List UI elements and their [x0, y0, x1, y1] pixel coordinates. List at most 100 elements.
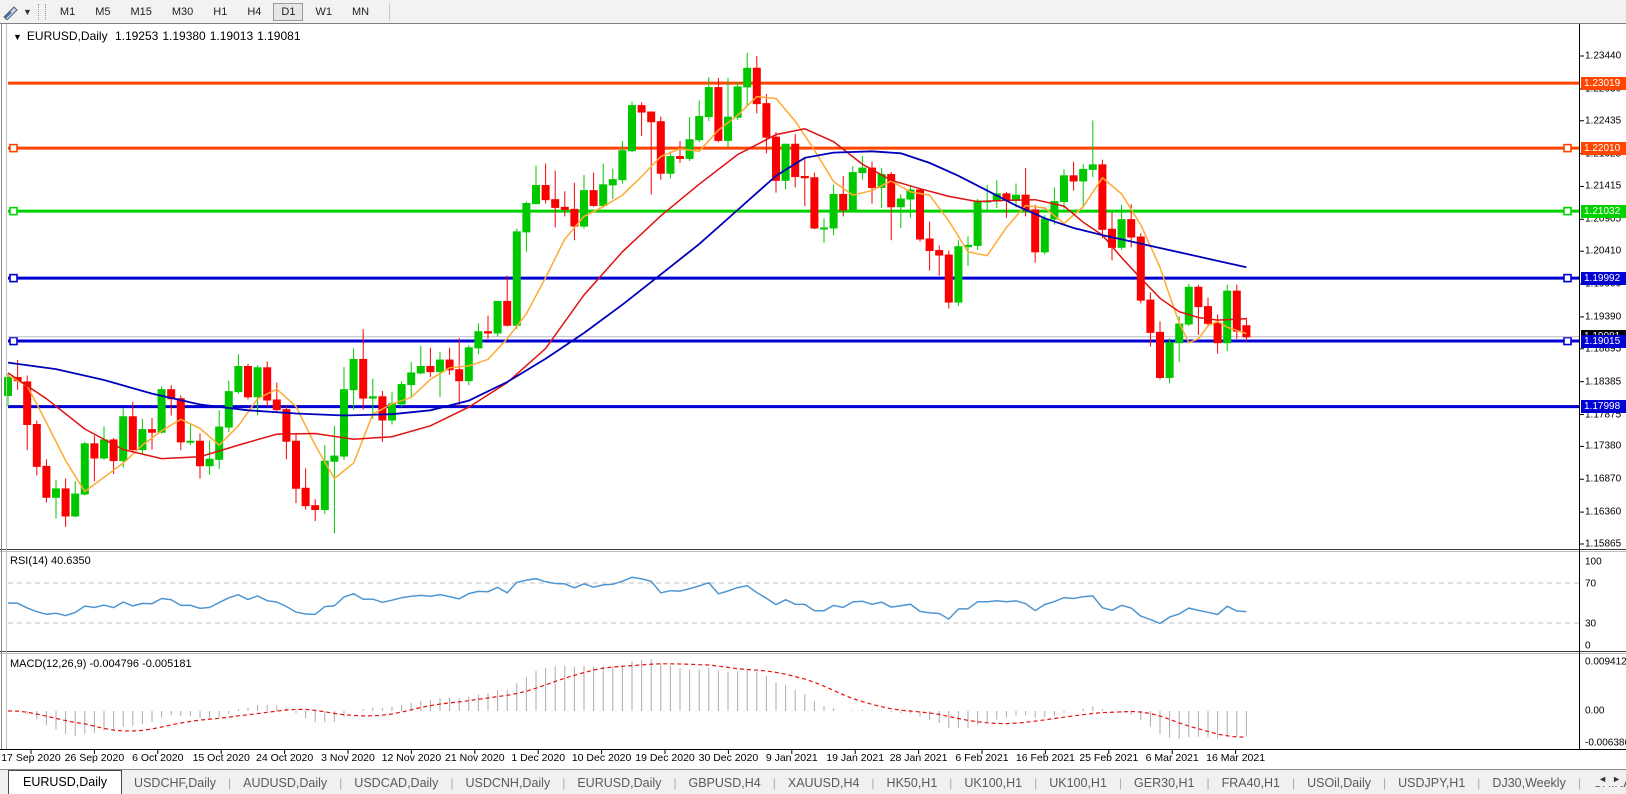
- chart-tab-xauusd-h4[interactable]: XAUUSD,H4: [776, 773, 872, 793]
- timeframe-button-w1[interactable]: W1: [307, 3, 340, 21]
- candle-body: [896, 198, 905, 208]
- timeframe-button-d1[interactable]: D1: [273, 2, 304, 21]
- candle: [800, 157, 809, 207]
- chart-tab-usdcnh-daily[interactable]: USDCNH,Daily: [453, 773, 562, 793]
- chart-tab-hk50-h1[interactable]: HK50,H1: [875, 773, 950, 793]
- toolbar-divider: [389, 2, 391, 21]
- candle: [1204, 297, 1212, 326]
- timeframe-button-m5[interactable]: M5: [87, 3, 118, 21]
- chart-tab-audusd-daily[interactable]: AUDUSD,Daily: [231, 773, 339, 793]
- tab-scroll-left-icon[interactable]: ◄: [1598, 774, 1607, 784]
- date-axis-label: 16 Feb 2021: [1015, 752, 1075, 764]
- timeframe-button-h4[interactable]: H4: [239, 3, 269, 21]
- chart-tab-eurusd-daily[interactable]: EURUSD,Daily: [565, 773, 673, 793]
- candle: [244, 363, 252, 400]
- candle-body: [1117, 219, 1126, 248]
- candle: [1098, 159, 1107, 239]
- timeframe-button-mn[interactable]: MN: [344, 3, 377, 21]
- candle-body: [551, 199, 560, 208]
- chart-tab-usoil-daily[interactable]: USOil,Daily: [1295, 773, 1383, 793]
- candle-body: [637, 105, 646, 113]
- date-axis-label: 3 Nov 2020: [321, 752, 375, 764]
- chart-tab-gbpusd-h4[interactable]: GBPUSD,H4: [677, 773, 773, 793]
- tool-dropdown-caret-icon[interactable]: ▼: [23, 7, 32, 17]
- candle-body: [676, 155, 684, 159]
- chart-tab-fra40-h1[interactable]: FRA40,H1: [1210, 773, 1292, 793]
- line-handle[interactable]: [1563, 273, 1572, 283]
- candle-body: [1069, 175, 1078, 182]
- chart-tab-usdchf-daily[interactable]: USDCHF,Daily: [122, 773, 228, 793]
- line-handle[interactable]: [1563, 143, 1572, 153]
- candle-body: [1156, 331, 1164, 378]
- chart-tab-ger30-h1[interactable]: GER30,H1: [1122, 773, 1206, 793]
- candle-body: [436, 359, 444, 373]
- candle-body: [359, 358, 368, 399]
- line-handle[interactable]: [9, 206, 18, 216]
- macd-axis-label: -0.006386: [1585, 737, 1626, 749]
- candle-body: [954, 246, 963, 303]
- candle: [349, 348, 358, 410]
- candle-body: [1204, 306, 1212, 324]
- candle: [1194, 284, 1203, 335]
- timeframe-button-m30[interactable]: M30: [164, 3, 201, 21]
- toolbar-grip[interactable]: [37, 3, 46, 20]
- timeframe-button-m15[interactable]: M15: [122, 3, 159, 21]
- line-handle[interactable]: [9, 273, 18, 283]
- candle-body: [4, 376, 12, 396]
- timeframe-button-m1[interactable]: M1: [52, 3, 83, 21]
- chart-tool-icon[interactable]: [2, 4, 22, 21]
- candle-body: [599, 184, 608, 206]
- candle: [493, 300, 502, 337]
- candle: [330, 425, 339, 534]
- date-axis-label: 6 Mar 2021: [1145, 752, 1199, 764]
- candle-body: [1098, 164, 1107, 230]
- candle: [1060, 169, 1068, 209]
- macd-axis-label: 0.009412: [1585, 656, 1626, 668]
- date-axis-label: 30 Dec 2020: [698, 752, 759, 764]
- chart-tab-eurusd-daily[interactable]: EURUSD,Daily: [8, 770, 123, 794]
- rsi-axis-label: 100: [1585, 556, 1602, 568]
- timeframe-button-h1[interactable]: H1: [205, 3, 235, 21]
- date-axis-label: 15 Oct 2020: [192, 752, 250, 764]
- chart-tab-uk100-h1[interactable]: UK100,H1: [1037, 773, 1119, 793]
- candle-body: [244, 366, 252, 398]
- candle: [71, 481, 80, 518]
- candle: [916, 189, 924, 242]
- candle-body: [148, 429, 156, 433]
- candle-body: [416, 366, 425, 374]
- macd-axis-label: 0.00: [1585, 705, 1605, 717]
- line-handle[interactable]: [9, 336, 18, 346]
- macd-indicator-label: MACD(12,26,9) -0.004796 -0.005181: [10, 658, 192, 670]
- symbol-dropdown-icon[interactable]: ▼: [13, 32, 22, 42]
- candle: [791, 133, 800, 188]
- chart-tab-uk100-h1[interactable]: UK100,H1: [952, 773, 1034, 793]
- chart-tab-dj30-weekly[interactable]: DJ30,Weekly: [1480, 773, 1577, 793]
- rsi-indicator-label: RSI(14) 40.6350: [10, 555, 91, 567]
- candle: [1156, 321, 1164, 380]
- tab-scroll-right-icon[interactable]: ►: [1612, 774, 1621, 784]
- candle-body: [666, 155, 675, 174]
- candle: [205, 440, 214, 475]
- candle-body: [916, 189, 924, 240]
- date-axis-label: 17 Sep 2020: [1, 752, 61, 764]
- candles-group: [4, 52, 1251, 534]
- line-handle[interactable]: [1563, 336, 1572, 346]
- level-price-badge: 1.22010: [1581, 141, 1626, 155]
- candle-body: [205, 458, 214, 467]
- candle-body: [695, 116, 704, 141]
- candle-body: [1213, 322, 1222, 344]
- line-handle[interactable]: [9, 143, 18, 153]
- timeframe-buttons: M1 M5 M15 M30 H1 H4 D1 W1 MN: [52, 2, 381, 21]
- candle: [61, 478, 70, 527]
- chart-tab-usdjpy-h1[interactable]: USDJPY,H1: [1386, 773, 1477, 793]
- chart-tab-usdcad-daily[interactable]: USDCAD,Daily: [342, 773, 450, 793]
- candle: [484, 315, 492, 339]
- candle: [215, 410, 224, 469]
- line-handle[interactable]: [1563, 206, 1572, 216]
- candle-body: [791, 143, 800, 177]
- candle: [157, 386, 166, 434]
- candle: [608, 168, 617, 200]
- candle: [292, 432, 300, 504]
- candle-body: [234, 366, 243, 393]
- chart-canvas[interactable]: [0, 24, 1626, 770]
